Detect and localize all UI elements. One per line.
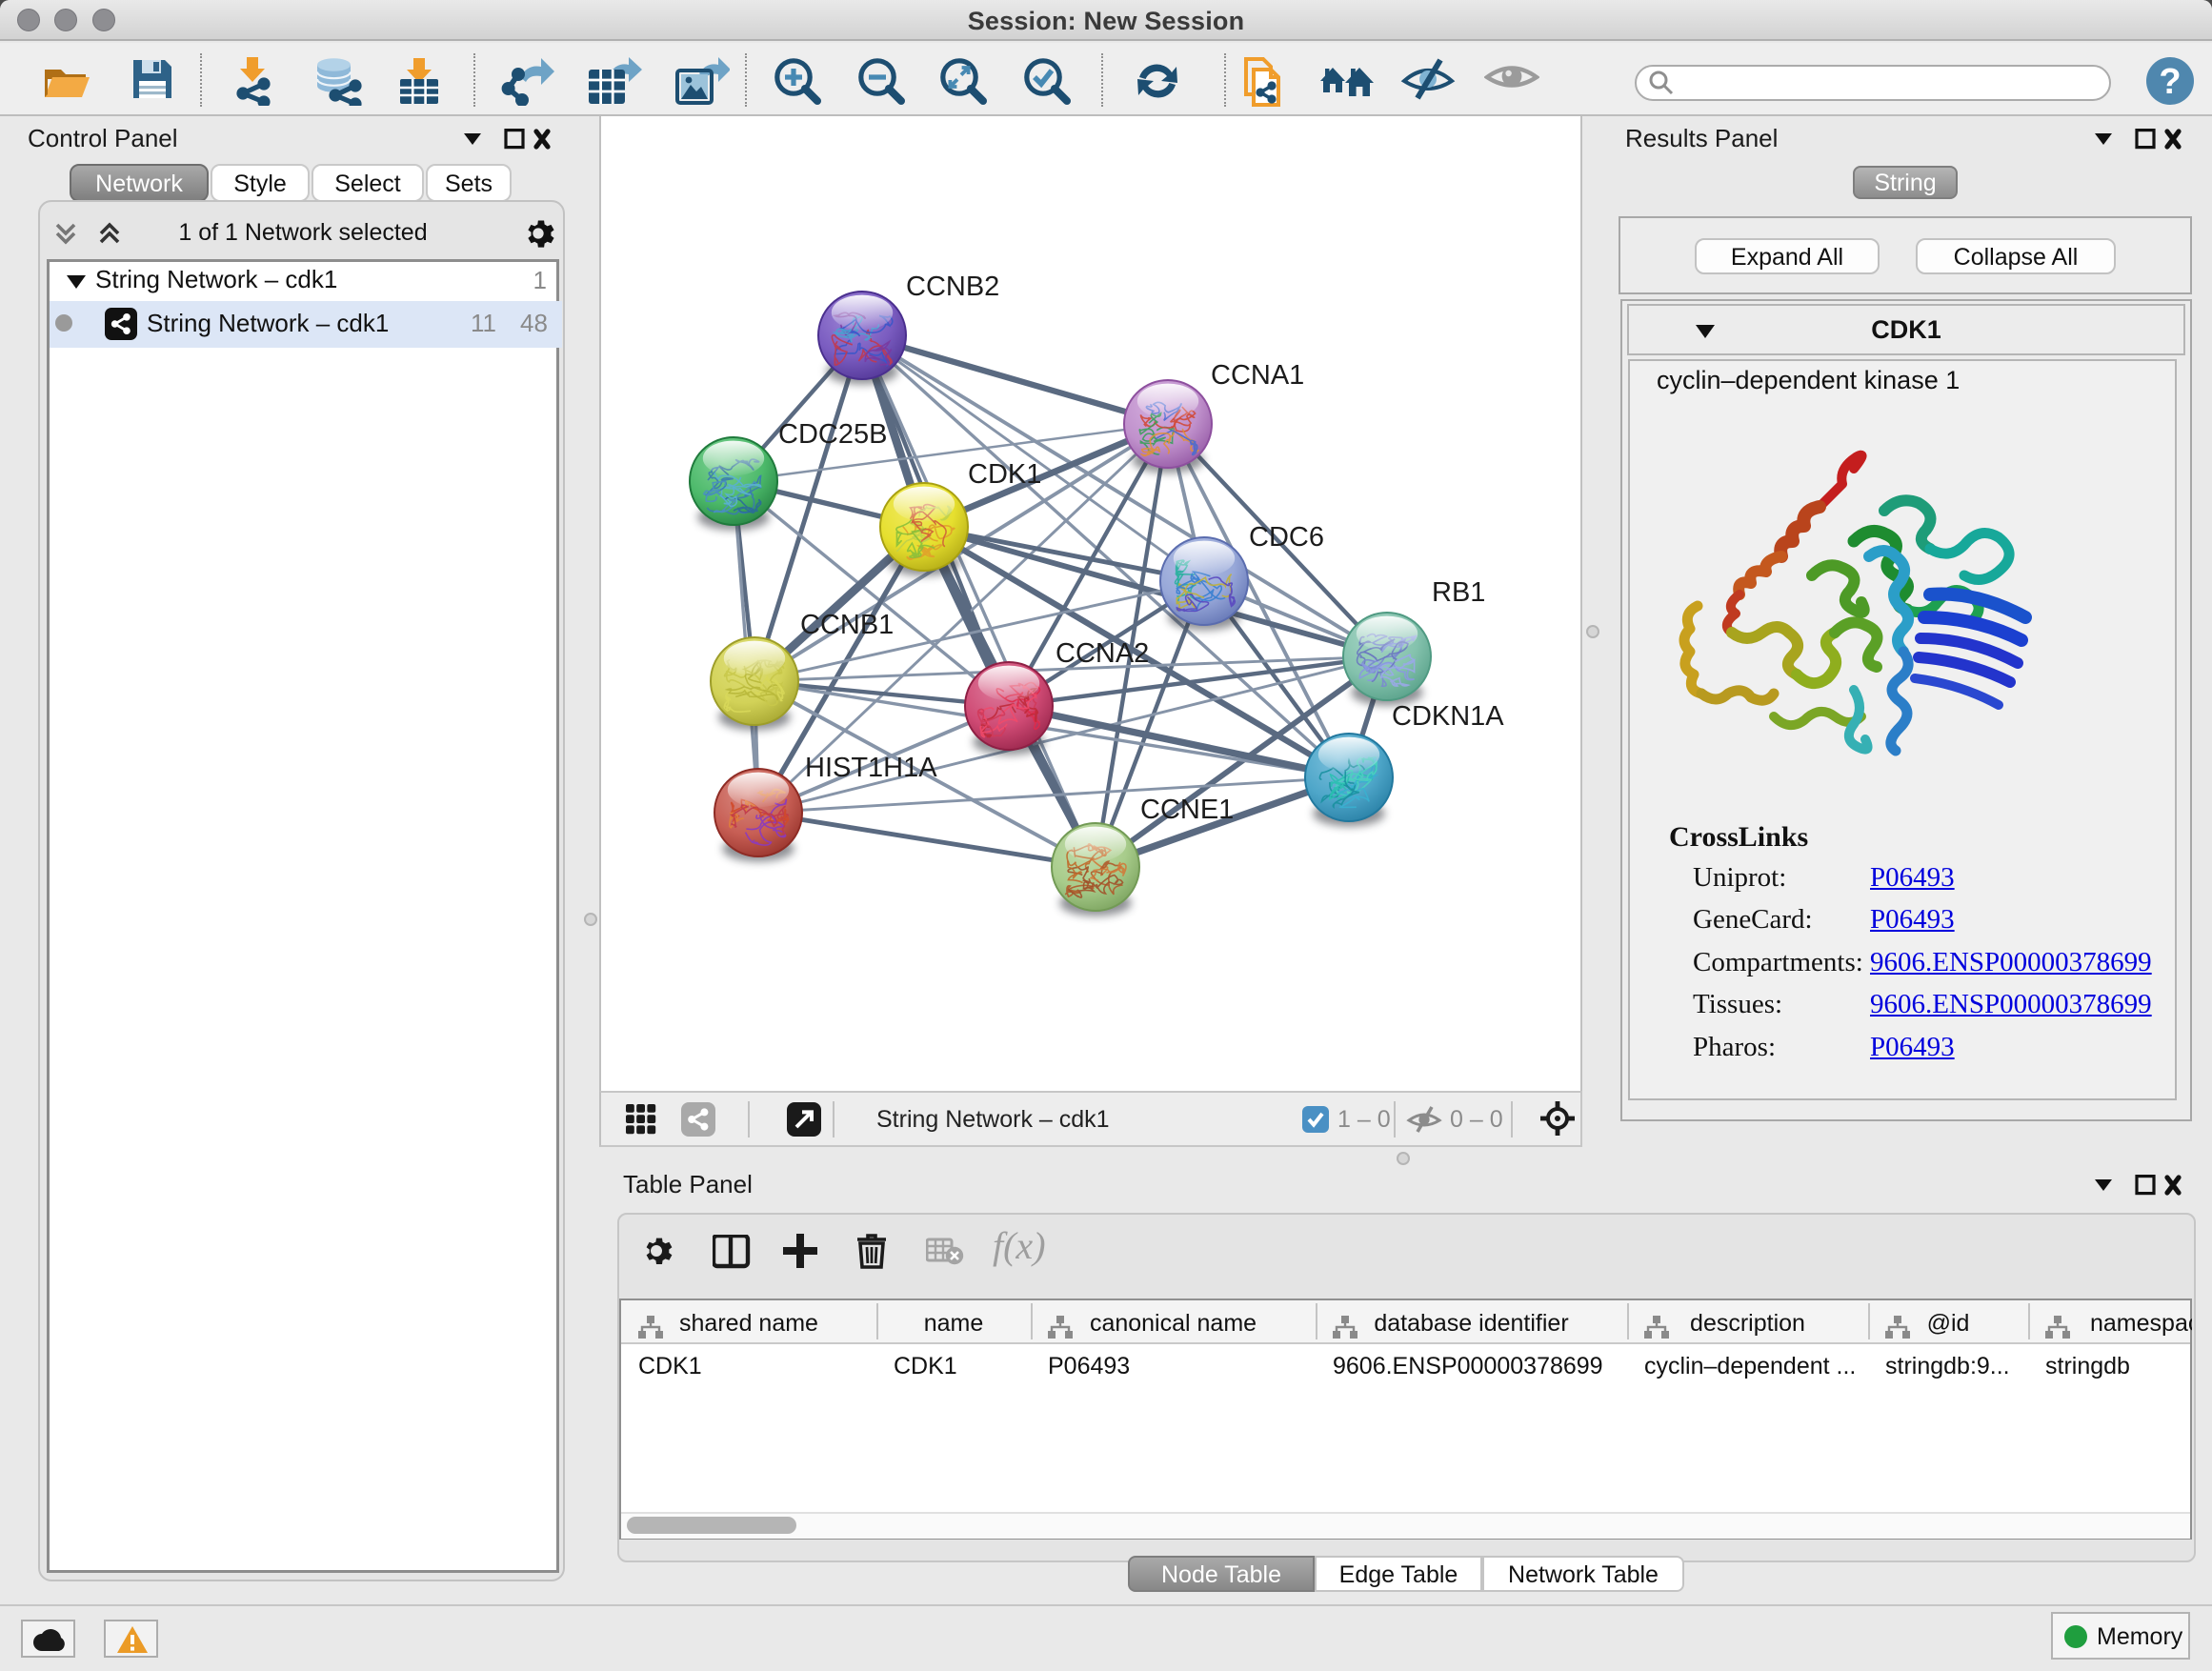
svg-text:CCNB2: CCNB2 (906, 272, 999, 302)
svg-text:CDC6: CDC6 (1249, 522, 1324, 553)
svg-text:CCNE1: CCNE1 (1140, 795, 1234, 825)
svg-text:?: ? (2159, 62, 2181, 102)
svg-text:CDKN1A: CDKN1A (1392, 701, 1504, 732)
svg-text:RB1: RB1 (1432, 577, 1485, 608)
svg-text:CCNB1: CCNB1 (800, 610, 894, 640)
svg-text:HIST1H1A: HIST1H1A (805, 753, 937, 783)
svg-text:CDC25B: CDC25B (778, 419, 887, 450)
svg-text:CCNA1: CCNA1 (1211, 360, 1304, 391)
svg-text:CCNA2: CCNA2 (1056, 638, 1149, 669)
svg-text:CDK1: CDK1 (968, 459, 1041, 490)
